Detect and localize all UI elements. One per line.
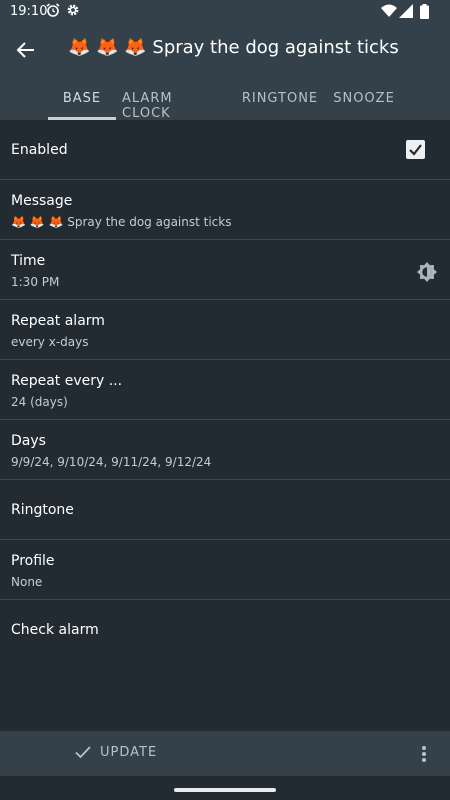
settings-list: Enabled Message 🦊 🦊 🦊 Spray the dog agai… — [0, 120, 450, 660]
more-vert-icon — [422, 746, 426, 762]
setting-value: 9/9/24, 9/10/24, 9/11/24, 9/12/24 — [11, 455, 212, 469]
setting-repeat-alarm[interactable]: Repeat alarm every x-days — [0, 300, 450, 360]
setting-value: 🦊 🦊 🦊 Spray the dog against ticks — [11, 215, 232, 229]
app-bar: 🦊 🦊 🦊 Spray the dog against ticks BASE A… — [0, 24, 450, 121]
setting-time[interactable]: Time 1:30 PM — [0, 240, 450, 300]
navigation-bar — [0, 776, 450, 800]
setting-profile[interactable]: Profile None — [0, 540, 450, 600]
arrow-back-icon — [16, 42, 34, 58]
enabled-checkbox[interactable] — [406, 140, 425, 159]
setting-title: Repeat every ... — [11, 373, 123, 389]
setting-message[interactable]: Message 🦊 🦊 🦊 Spray the dog against tick… — [0, 180, 450, 240]
setting-value: None — [11, 575, 43, 589]
setting-ringtone[interactable]: Ringtone — [0, 480, 450, 540]
signal-icon — [399, 4, 413, 18]
setting-title: Ringtone — [11, 502, 74, 518]
screen: 19:10 🦊 🦊 🦊 Spray the dog against ticks … — [0, 0, 450, 800]
setting-title: Days — [11, 433, 46, 449]
setting-check-alarm[interactable]: Check alarm — [0, 600, 450, 660]
setting-enabled[interactable]: Enabled — [0, 120, 450, 180]
update-label: UPDATE — [100, 744, 158, 760]
wifi-icon — [381, 4, 397, 17]
setting-title: Repeat alarm — [11, 313, 105, 329]
battery-icon — [420, 4, 429, 19]
setting-repeat-every[interactable]: Repeat every ... 24 (days) — [0, 360, 450, 420]
tab-snooze[interactable]: SNOOZE — [330, 84, 398, 120]
tab-bar: BASE ALARM CLOCK RINGTONE SNOOZE — [0, 84, 450, 121]
bottom-action-bar: UPDATE — [0, 731, 450, 776]
setting-title: Enabled — [11, 142, 68, 158]
status-bar: 19:10 — [0, 0, 450, 24]
check-icon — [409, 144, 422, 156]
update-button[interactable]: UPDATE — [74, 743, 157, 761]
tab-base[interactable]: BASE — [48, 84, 116, 120]
status-time: 19:10 — [10, 4, 48, 19]
setting-value: every x-days — [11, 335, 89, 349]
setting-days[interactable]: Days 9/9/24, 9/10/24, 9/11/24, 9/12/24 — [0, 420, 450, 480]
check-icon — [75, 746, 91, 759]
setting-value: 1:30 PM — [11, 275, 60, 289]
setting-title: Check alarm — [11, 622, 99, 638]
back-button[interactable] — [12, 36, 40, 64]
alarm-icon — [46, 3, 60, 17]
tab-alarm-clock[interactable]: ALARM CLOCK — [122, 84, 226, 121]
setting-value: 24 (days) — [11, 395, 68, 409]
page-title: 🦊 🦊 🦊 Spray the dog against ticks — [68, 37, 399, 58]
more-options-button[interactable] — [414, 741, 434, 767]
setting-title: Time — [11, 253, 46, 269]
tab-ringtone[interactable]: RINGTONE — [238, 84, 322, 120]
setting-title: Message — [11, 193, 73, 209]
settings-icon — [67, 4, 79, 16]
home-gesture-handle[interactable] — [174, 788, 276, 792]
brightness-icon[interactable] — [416, 261, 438, 283]
setting-title: Profile — [11, 553, 55, 569]
